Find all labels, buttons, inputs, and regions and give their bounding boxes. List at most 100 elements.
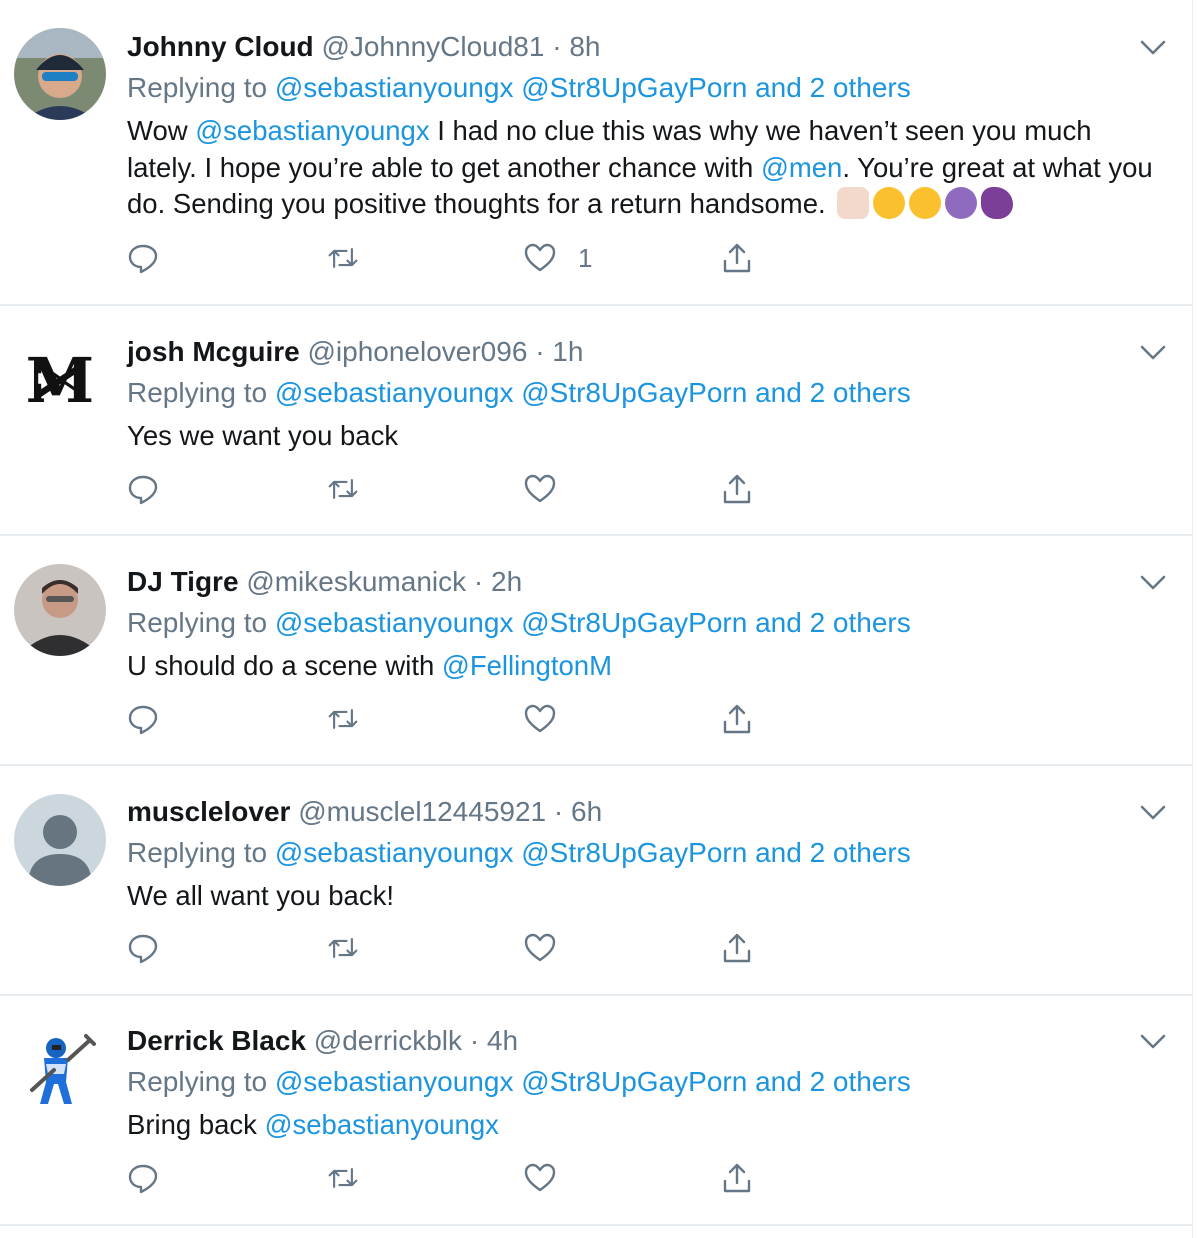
tweet-text: Bring back @sebastianyoungx: [127, 1107, 1167, 1144]
reply-button[interactable]: [127, 701, 159, 737]
display-name[interactable]: Johnny Cloud: [127, 31, 314, 62]
mention-link[interactable]: @sebastianyoungx: [265, 1109, 499, 1140]
like-button[interactable]: [524, 1160, 556, 1196]
timestamp[interactable]: 1h: [552, 336, 583, 367]
tweet[interactable]: DJ Tigre @mikeskumanick · 2h Replying to…: [0, 536, 1192, 766]
user-handle[interactable]: @mikeskumanick: [246, 566, 466, 597]
share-icon: [723, 933, 751, 963]
replying-to: Replying to @sebastianyoungx @Str8UpGayP…: [127, 1066, 911, 1098]
tweet-text: Wow @sebastianyoungx I had no clue this …: [127, 113, 1167, 223]
reply-button[interactable]: [127, 930, 159, 966]
avatar[interactable]: [14, 794, 106, 886]
retweet-icon: [328, 1168, 358, 1188]
chevron-down-icon[interactable]: [1140, 805, 1166, 821]
replying-to: Replying to @sebastianyoungx @Str8UpGayP…: [127, 837, 911, 869]
retweet-button[interactable]: [327, 471, 359, 507]
display-name[interactable]: Derrick Black: [127, 1025, 306, 1056]
heart-icon: [524, 1163, 556, 1192]
replying-to-links[interactable]: @sebastianyoungx @Str8UpGayPorn and 2 ot…: [275, 1066, 911, 1097]
separator-dot: ·: [469, 1025, 480, 1056]
replying-to: Replying to @sebastianyoungx @Str8UpGayP…: [127, 607, 911, 639]
tweet-header: Johnny Cloud @JohnnyCloud81 · 8h: [127, 31, 601, 63]
heart-icon: [524, 933, 556, 962]
replying-to-label: Replying to: [127, 607, 268, 638]
share-button[interactable]: [721, 471, 753, 507]
user-handle[interactable]: @iphonelover096: [307, 336, 527, 367]
share-icon: [723, 704, 751, 734]
share-icon: [723, 474, 751, 504]
tweet[interactable]: M X josh Mcguire @iphonelover096 · 1h Re…: [0, 306, 1192, 536]
share-icon: [723, 243, 751, 273]
timestamp[interactable]: 8h: [569, 31, 600, 62]
like-button[interactable]: [524, 701, 556, 737]
replying-to-label: Replying to: [127, 377, 268, 408]
retweet-icon: [328, 938, 358, 958]
share-button[interactable]: [721, 1160, 753, 1196]
retweet-button[interactable]: [327, 701, 359, 737]
tweet-actions: 1: [127, 240, 787, 276]
tweet-text-part: U should do a scene with: [127, 650, 442, 681]
retweet-icon: [328, 479, 358, 499]
avatar[interactable]: [14, 564, 106, 656]
display-name[interactable]: josh Mcguire: [127, 336, 300, 367]
thumbs-up-icon: [837, 187, 870, 219]
share-button[interactable]: [721, 240, 753, 276]
retweet-button[interactable]: [327, 930, 359, 966]
timestamp[interactable]: 4h: [487, 1025, 518, 1056]
tweet-text-part: Wow: [127, 115, 196, 146]
like-button[interactable]: [524, 471, 556, 507]
replying-to-links[interactable]: @sebastianyoungx @Str8UpGayPorn and 2 ot…: [275, 377, 911, 408]
replying-to-label: Replying to: [127, 837, 268, 868]
tweet[interactable]: Derrick Black @derrickblk · 4h Replying …: [0, 996, 1192, 1226]
like-count: 1: [578, 242, 593, 273]
avatar[interactable]: [14, 1024, 106, 1116]
tweet[interactable]: musclelover @musclel12445921 · 6h Replyi…: [0, 766, 1192, 996]
retweet-icon: [328, 709, 358, 729]
chevron-down-icon[interactable]: [1140, 575, 1166, 591]
replies-feed: Johnny Cloud @JohnnyCloud81 · 8h Replyin…: [0, 0, 1193, 1238]
chevron-down-icon[interactable]: [1140, 1034, 1166, 1050]
eggplant-icon: [981, 187, 1014, 219]
avatar[interactable]: [14, 28, 106, 120]
share-button[interactable]: [721, 930, 753, 966]
share-icon: [723, 1163, 751, 1193]
heart-icon: [524, 704, 556, 733]
mention-link[interactable]: @FellingtonM: [442, 650, 612, 681]
replying-to-links[interactable]: @sebastianyoungx @Str8UpGayPorn and 2 ot…: [275, 837, 911, 868]
user-handle[interactable]: @derrickblk: [314, 1025, 462, 1056]
retweet-button[interactable]: [327, 240, 359, 276]
reply-icon: [128, 1164, 158, 1194]
like-button[interactable]: [524, 930, 556, 966]
share-button[interactable]: [721, 701, 753, 737]
reply-button[interactable]: [127, 240, 159, 276]
tweet-header: Derrick Black @derrickblk · 4h: [127, 1025, 518, 1057]
mention-link[interactable]: @men: [761, 152, 842, 183]
avatar[interactable]: M X: [14, 334, 106, 426]
retweet-button[interactable]: [327, 1160, 359, 1196]
replying-to-links[interactable]: @sebastianyoungx @Str8UpGayPorn and 2 ot…: [275, 607, 911, 638]
chevron-down-icon[interactable]: [1140, 40, 1166, 56]
replying-to: Replying to @sebastianyoungx @Str8UpGayP…: [127, 377, 911, 409]
winking-face-icon: [909, 187, 942, 219]
timestamp[interactable]: 6h: [571, 796, 602, 827]
user-handle[interactable]: @JohnnyCloud81: [321, 31, 544, 62]
timestamp[interactable]: 2h: [491, 566, 522, 597]
tweet-actions: [127, 701, 787, 737]
tweet-text: U should do a scene with @FellingtonM: [127, 648, 1167, 685]
heart-icon: [524, 474, 556, 503]
tweet-text: We all want you back!: [127, 880, 394, 911]
display-name[interactable]: DJ Tigre: [127, 566, 239, 597]
user-handle[interactable]: @musclel12445921: [298, 796, 546, 827]
tweet[interactable]: Johnny Cloud @JohnnyCloud81 · 8h Replyin…: [0, 0, 1192, 306]
reply-icon: [128, 475, 158, 505]
tweet-header: DJ Tigre @mikeskumanick · 2h: [127, 566, 522, 598]
retweet-icon: [328, 248, 358, 268]
like-button[interactable]: 1: [524, 240, 592, 276]
mention-link[interactable]: @sebastianyoungx: [195, 115, 429, 146]
reply-icon: [128, 934, 158, 964]
display-name[interactable]: musclelover: [127, 796, 290, 827]
replying-to-links[interactable]: @sebastianyoungx @Str8UpGayPorn and 2 ot…: [275, 72, 911, 103]
reply-button[interactable]: [127, 471, 159, 507]
chevron-down-icon[interactable]: [1140, 345, 1166, 361]
reply-button[interactable]: [127, 1160, 159, 1196]
